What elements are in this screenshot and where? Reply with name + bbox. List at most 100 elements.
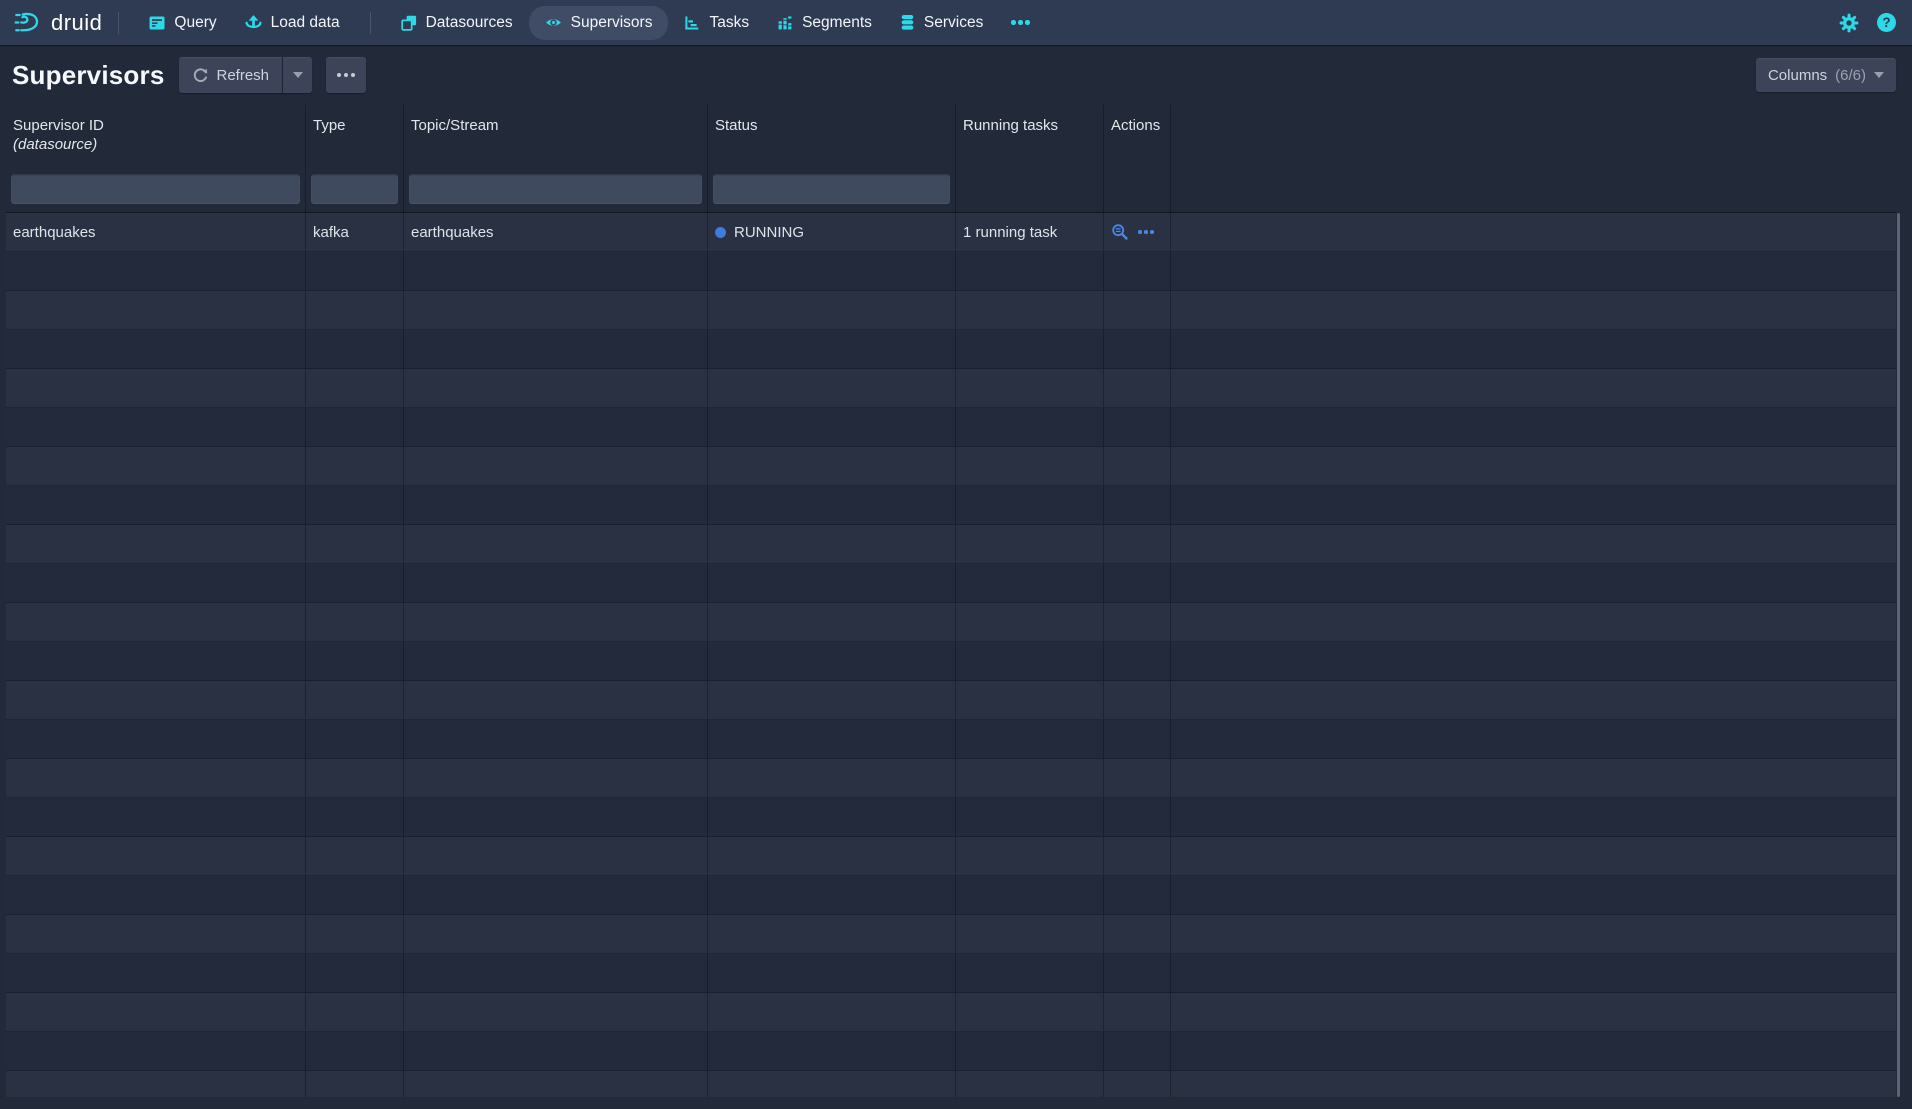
empty-cell <box>1104 291 1171 329</box>
empty-cell <box>956 993 1104 1031</box>
empty-table-row <box>6 642 1896 681</box>
empty-cell <box>956 915 1104 953</box>
nav-item-label: Services <box>924 14 983 32</box>
empty-cell <box>1104 954 1171 992</box>
row-more-actions-icon[interactable] <box>1138 230 1154 234</box>
empty-cell <box>708 369 956 407</box>
empty-table-row <box>6 252 1896 291</box>
chevron-down-icon <box>1874 72 1884 78</box>
nav-item-more[interactable] <box>999 13 1042 32</box>
empty-cell <box>708 993 956 1031</box>
empty-cell <box>306 642 404 680</box>
refresh-button[interactable]: Refresh <box>179 57 283 93</box>
empty-cell <box>1171 759 1896 797</box>
cell-type: kafka <box>306 213 404 251</box>
empty-cell <box>6 993 306 1031</box>
supervisors-table: Supervisor ID (datasource) Type Topic/St… <box>6 105 1896 1097</box>
view-header: Supervisors Refresh Columns (6/6) <box>0 45 1912 105</box>
empty-cell <box>956 837 1104 875</box>
empty-cell <box>708 603 956 641</box>
filter-empty-cell <box>956 165 1104 212</box>
refresh-options-button[interactable] <box>282 57 312 93</box>
gear-icon[interactable] <box>1839 13 1859 33</box>
nav-item-load-data[interactable]: Load data <box>233 7 352 39</box>
empty-cell <box>708 759 956 797</box>
empty-cell <box>306 252 404 290</box>
status-running-dot-icon <box>715 227 726 238</box>
nav-item-services[interactable]: Services <box>888 7 995 39</box>
empty-cell <box>6 447 306 485</box>
empty-cell <box>1171 291 1896 329</box>
empty-cell <box>708 330 956 368</box>
empty-cell <box>1104 837 1171 875</box>
nav-item-segments[interactable]: Segments <box>765 7 884 39</box>
empty-cell <box>956 291 1104 329</box>
column-header-running-tasks[interactable]: Running tasks <box>956 105 1104 165</box>
columns-count: (6/6) <box>1835 67 1866 84</box>
empty-table-row <box>6 759 1896 798</box>
empty-cell <box>1171 252 1896 290</box>
column-header-status[interactable]: Status <box>708 105 956 165</box>
query-icon <box>149 15 165 31</box>
empty-cell <box>708 876 956 914</box>
empty-cell <box>6 720 306 758</box>
refresh-label: Refresh <box>217 67 270 84</box>
filter-type-input[interactable] <box>311 174 398 204</box>
view-more-button[interactable] <box>326 57 366 93</box>
cell-supervisor-id[interactable]: earthquakes <box>6 213 306 251</box>
empty-cell <box>404 993 708 1031</box>
empty-cell <box>708 486 956 524</box>
empty-cell <box>306 603 404 641</box>
filter-topic-stream-input[interactable] <box>409 174 702 204</box>
empty-cell <box>956 954 1104 992</box>
empty-cell <box>306 876 404 914</box>
empty-cell <box>1171 525 1896 563</box>
empty-cell <box>404 252 708 290</box>
empty-cell <box>404 876 708 914</box>
empty-cell <box>404 291 708 329</box>
vertical-scrollbar[interactable] <box>1897 213 1900 1097</box>
columns-label: Columns <box>1768 67 1827 84</box>
filter-supervisor-id-input[interactable] <box>11 174 300 204</box>
columns-button[interactable]: Columns (6/6) <box>1756 58 1896 92</box>
empty-table-row <box>6 681 1896 720</box>
empty-cell <box>6 486 306 524</box>
empty-cell <box>6 798 306 836</box>
nav-item-datasources[interactable]: Datasources <box>389 7 525 39</box>
empty-cell <box>708 447 956 485</box>
empty-cell <box>708 252 956 290</box>
druid-logo[interactable]: druid <box>14 9 102 37</box>
empty-cell <box>1104 447 1171 485</box>
nav-item-query[interactable]: Query <box>137 7 228 39</box>
empty-cell <box>1171 603 1896 641</box>
empty-cell <box>1104 993 1171 1031</box>
empty-cell <box>1104 681 1171 719</box>
filter-status-input[interactable] <box>713 174 950 204</box>
help-icon[interactable]: ? <box>1877 13 1896 32</box>
empty-cell <box>404 486 708 524</box>
empty-cell <box>306 486 404 524</box>
empty-cell <box>6 837 306 875</box>
chevron-down-icon <box>293 72 303 78</box>
empty-cell <box>1104 252 1171 290</box>
empty-cell <box>956 681 1104 719</box>
empty-cell <box>1104 642 1171 680</box>
cell-filler <box>1171 213 1896 251</box>
empty-cell <box>956 642 1104 680</box>
empty-cell <box>708 720 956 758</box>
nav-item-tasks[interactable]: Tasks <box>672 7 761 39</box>
empty-table-row <box>6 954 1896 993</box>
empty-cell <box>306 447 404 485</box>
empty-table-row <box>6 330 1896 369</box>
empty-table-row <box>6 603 1896 642</box>
column-header-supervisor-id[interactable]: Supervisor ID (datasource) <box>6 105 306 165</box>
empty-cell <box>956 720 1104 758</box>
empty-cell <box>1171 837 1896 875</box>
empty-cell <box>404 915 708 953</box>
column-header-topic-stream[interactable]: Topic/Stream <box>404 105 708 165</box>
nav-item-supervisors[interactable]: Supervisors <box>529 6 669 40</box>
column-header-type[interactable]: Type <box>306 105 404 165</box>
empty-cell <box>6 525 306 563</box>
magnifier-lines-icon[interactable] <box>1111 223 1129 241</box>
nav-item-label: Segments <box>802 14 872 32</box>
